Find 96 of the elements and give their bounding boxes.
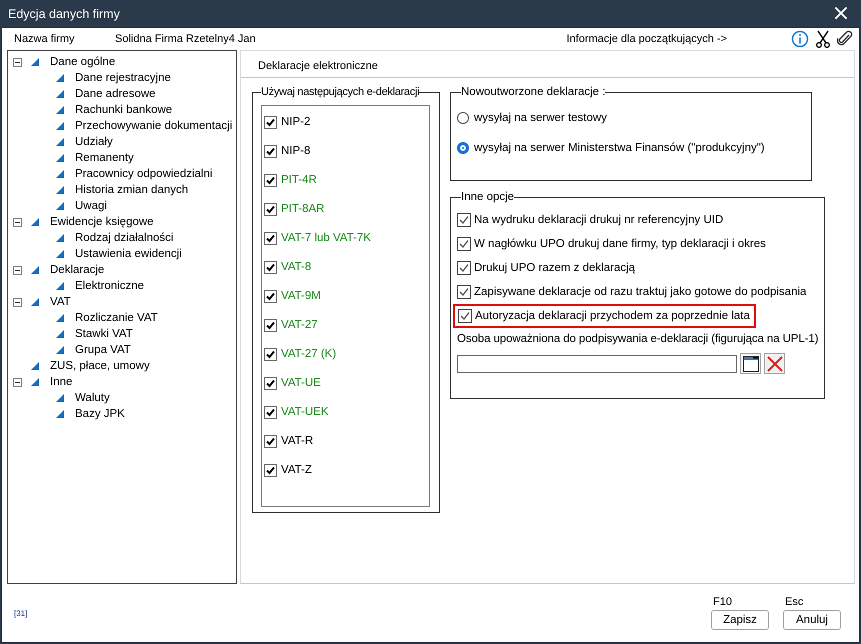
triangle-icon [31, 266, 39, 274]
declaration-label: VAT-Z [281, 464, 312, 476]
triangle-icon [56, 282, 64, 290]
checkbox[interactable] [457, 237, 471, 251]
tree-item[interactable]: Stawki VAT [75, 328, 133, 340]
checkbox[interactable] [264, 376, 277, 390]
collapse-icon[interactable] [13, 298, 22, 306]
checkbox[interactable] [264, 174, 277, 186]
radio-button[interactable] [457, 112, 469, 124]
tree-item[interactable]: Grupa VAT [75, 344, 131, 356]
option-label: wysyłaj na serwer testowy [474, 112, 607, 124]
group-title: Używaj następujących e-deklaracji [261, 86, 420, 98]
checkbox[interactable] [457, 285, 471, 299]
tree-item[interactable]: Ustawienia ewidencji [75, 248, 182, 260]
paperclip-icon[interactable] [837, 30, 853, 48]
checkbox[interactable] [264, 144, 277, 158]
collapse-icon[interactable] [13, 58, 22, 66]
company-name: Solidna Firma Rzetelny4 Jan [115, 33, 256, 45]
declaration-label: VAT-UE [281, 377, 321, 389]
window-title: Edycja danych firmy [8, 7, 120, 21]
checkbox[interactable] [458, 309, 472, 323]
section-title: Deklaracje elektroniczne [258, 60, 378, 72]
tree-item[interactable]: Dane rejestracyjne [75, 72, 171, 84]
declaration-label: VAT-9M [281, 290, 321, 302]
radio-button[interactable] [457, 142, 469, 154]
option-label: Autoryzacja deklaracji przychodem za poprzednie lata [475, 310, 750, 322]
tree-item[interactable]: Rodzaj działalności [75, 232, 174, 244]
declaration-label: VAT-27 [281, 319, 318, 331]
close-icon [766, 356, 782, 372]
tree-item[interactable]: Remanenty [75, 152, 134, 164]
tree-item[interactable]: Pracownicy odpowiedzialni [75, 168, 212, 180]
option-label: Na wydruku deklaracji drukuj nr referencyjny UID [474, 214, 724, 226]
picker-button[interactable] [740, 353, 761, 374]
tree-item[interactable]: VAT [50, 296, 71, 308]
input-field[interactable] [457, 354, 737, 372]
declaration-label: VAT-7 lub VAT-7K [281, 232, 371, 244]
checkbox[interactable] [264, 318, 277, 332]
checkbox[interactable] [457, 213, 471, 227]
tree-item[interactable]: Dane ogólne [50, 56, 116, 68]
triangle-icon [31, 298, 39, 306]
collapse-icon[interactable] [13, 378, 22, 386]
checkbox[interactable] [264, 202, 277, 216]
info-icon[interactable] [791, 30, 809, 48]
tree-item[interactable]: Waluty [75, 392, 110, 404]
checkbox[interactable] [264, 406, 277, 418]
tree-item[interactable]: Deklaracje [50, 264, 104, 276]
tree-item[interactable]: Bazy JPK [75, 408, 125, 420]
checkbox[interactable] [264, 232, 277, 244]
company-name-label: Nazwa firmy [14, 33, 76, 45]
tree-item[interactable]: Udziały [75, 136, 113, 148]
tree-item[interactable]: Dane adresowe [75, 88, 156, 100]
checkbox[interactable] [264, 434, 277, 448]
triangle-icon [31, 58, 39, 66]
group-title: Inne opcje [461, 191, 514, 203]
declaration-label: VAT-R [281, 435, 314, 447]
tree-item[interactable]: Uwagi [75, 200, 107, 212]
tree-item[interactable]: Inne [50, 376, 72, 388]
clear-button[interactable] [764, 353, 785, 374]
tree-item[interactable]: Elektroniczne [75, 280, 144, 292]
close-button[interactable]: × [821, 0, 861, 28]
tree-item[interactable]: ZUS, płace, umowy [50, 360, 150, 372]
collapse-icon[interactable] [13, 266, 22, 274]
declaration-label: NIP-8 [281, 145, 310, 157]
window-icon [742, 356, 758, 372]
declaration-label: VAT-27 (K) [281, 348, 336, 360]
declaration-label: VAT-UEK [281, 406, 328, 418]
collapse-icon[interactable] [13, 218, 22, 226]
shortcut-label: F10 [712, 596, 732, 608]
declaration-label: NIP-2 [281, 116, 310, 128]
dialog-button[interactable]: Zapisz [711, 610, 769, 630]
tree-item[interactable]: Ewidencje księgowe [50, 216, 154, 228]
screen-code: [31] [14, 608, 28, 618]
option-label: wysyłaj na serwer Ministerstwa Finansów ("produkcyjny") [474, 142, 765, 154]
option-label: Zapisywane deklaracje od razu traktuj jako gotowe do podpisania [474, 286, 806, 298]
declaration-label: VAT-8 [281, 261, 312, 273]
help-link[interactable]: Informacje dla początkujących -> [566, 33, 727, 45]
triangle-icon [31, 218, 39, 226]
dialog-button[interactable]: Anuluj [783, 610, 841, 630]
group-title: Nowoutworzone deklaracje : [461, 86, 606, 98]
declaration-label: PIT-8AR [281, 203, 324, 215]
tree-item[interactable]: Przechowywanie dokumentacji [75, 120, 232, 132]
tree-item[interactable]: Rozliczanie VAT [75, 312, 158, 324]
tree-item[interactable]: Historia zmian danych [75, 184, 188, 196]
option-label: Drukuj UPO razem z deklaracją [474, 262, 636, 274]
checkbox[interactable] [264, 464, 277, 476]
checkbox[interactable] [264, 116, 277, 128]
field-label: Osoba upoważniona do podpisywania e-deklaracji (figurująca na UPL-1) [457, 333, 818, 345]
shortcut-label: Esc [784, 596, 804, 608]
checkbox[interactable] [264, 348, 277, 360]
option-label: W nagłówku UPO drukuj dane firmy, typ deklaracji i okres [474, 238, 766, 250]
checkbox[interactable] [457, 261, 471, 275]
declaration-label: PIT-4R [281, 174, 317, 186]
checkbox[interactable] [264, 260, 277, 274]
checkbox[interactable] [264, 290, 277, 302]
scissors-icon[interactable] [815, 30, 831, 48]
tree-item[interactable]: Rachunki bankowe [75, 104, 172, 116]
